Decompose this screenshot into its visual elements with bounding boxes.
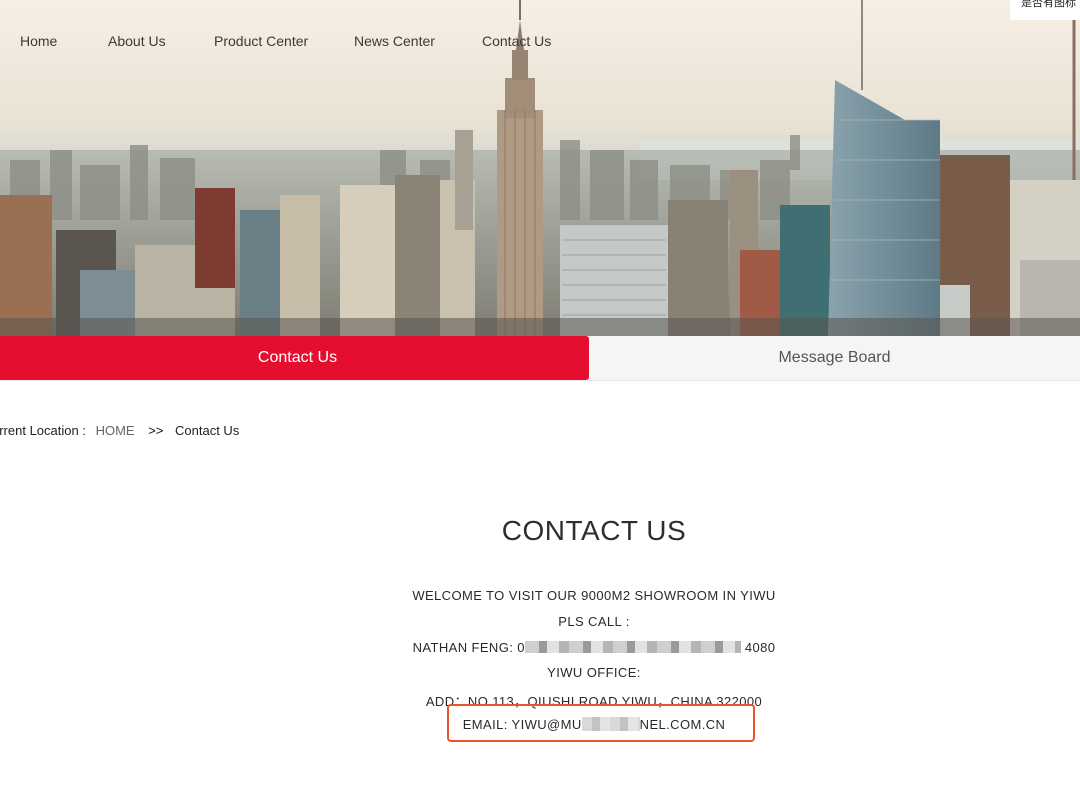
- office-text: YIWU OFFICE:: [547, 665, 641, 680]
- nav-about-us[interactable]: About Us: [108, 33, 166, 49]
- nav-news-center[interactable]: News Center: [354, 33, 435, 49]
- hero-banner: Home About Us Product Center News Center…: [0, 0, 1080, 336]
- nav-home[interactable]: Home: [20, 33, 57, 49]
- corner-popup[interactable]: 是否有图标: [1010, 0, 1080, 20]
- corner-popup-text: 是否有图标: [1021, 0, 1076, 9]
- breadcrumb-home-link[interactable]: HOME: [96, 423, 135, 438]
- phone-prefix: NATHAN FENG: 0: [412, 640, 525, 655]
- phone-suffix: 4080: [744, 640, 776, 655]
- tab-contact-us-label: Contact Us: [257, 349, 338, 366]
- email-highlight-box: [447, 704, 755, 742]
- redacted-phone: [524, 641, 741, 653]
- breadcrumb-label: urrent Location :: [0, 423, 86, 438]
- tab-message-board-label: Message Board: [778, 349, 891, 366]
- welcome-text: WELCOME TO VISIT OUR 9000M2 SHOWROOM IN …: [412, 588, 776, 603]
- sub-tabs: Contact Us Message Board: [0, 336, 1080, 381]
- tab-contact-us[interactable]: Contact Us: [0, 336, 589, 380]
- phone-line: NATHAN FENG: 0 4080: [0, 640, 1080, 655]
- breadcrumb: urrent Location : HOME >> Contact Us: [0, 423, 239, 438]
- breadcrumb-current: Contact Us: [175, 423, 240, 438]
- call-text: PLS CALL :: [558, 614, 630, 629]
- breadcrumb-separator: >>: [148, 423, 164, 438]
- main-nav: Home About Us Product Center News Center…: [0, 0, 1080, 84]
- nav-contact-us[interactable]: Contact Us: [482, 33, 551, 49]
- tab-message-board[interactable]: Message Board: [589, 336, 1080, 380]
- page-title: CONTACT US: [501, 515, 687, 546]
- nav-product-center[interactable]: Product Center: [214, 33, 308, 49]
